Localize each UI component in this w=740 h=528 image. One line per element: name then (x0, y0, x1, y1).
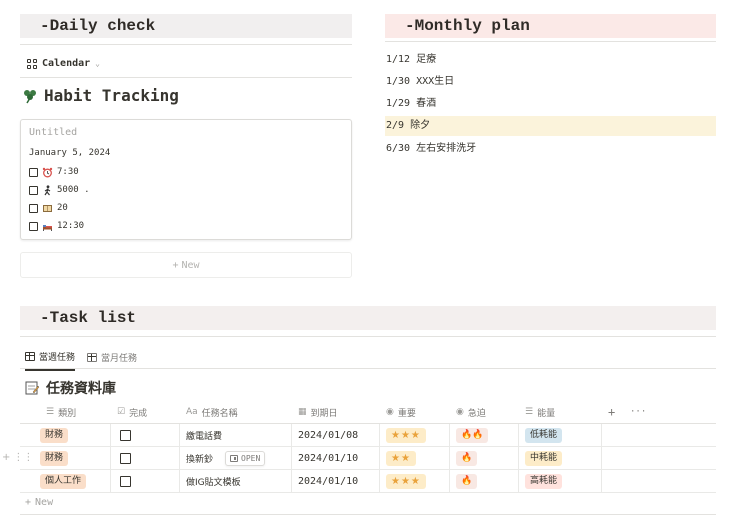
habit-item-wakeup: 7:30 (29, 166, 79, 178)
table-new-row-button[interactable]: + New (25, 497, 53, 508)
urgency-tag[interactable]: 🔥 (456, 450, 478, 466)
text-icon: Aa (186, 407, 198, 417)
urgency-tag[interactable]: 🔥🔥 (456, 427, 489, 443)
monthly-item[interactable]: 1/12 足療 (385, 50, 716, 70)
checkbox-icon: ☑ (117, 407, 126, 417)
column-header-task-name[interactable]: Aa 任務名稱 (180, 402, 292, 422)
task-name[interactable]: 做IG貼文模板 (186, 475, 241, 488)
calendar-new-button[interactable]: + New (20, 252, 352, 278)
select-icon: ◉ (456, 407, 464, 417)
category-tag[interactable]: 財務 (40, 427, 69, 443)
card-title: Untitled (29, 127, 78, 138)
open-button[interactable]: OPEN (225, 450, 266, 466)
importance-tag[interactable]: ★★ (386, 450, 416, 466)
grid-icon (27, 58, 37, 69)
habit-item-text: 5000 . (57, 185, 90, 195)
importance-tag[interactable]: ★★★ (386, 427, 426, 443)
habit-checkbox[interactable] (29, 203, 38, 213)
plus-icon: + (25, 497, 32, 508)
new-label: New (181, 259, 200, 271)
done-checkbox[interactable] (120, 475, 131, 487)
task-divider (20, 336, 716, 337)
daily-divider (20, 44, 352, 45)
select-icon: ◉ (386, 407, 394, 417)
table-row[interactable]: 個人工作 做IG貼文模板 2024/01/10 ★★★ 🔥 高耗能 (20, 470, 716, 493)
new-label: New (35, 497, 54, 508)
table-header: ☰ 類別 ☑ 完成 Aa 任務名稱 ▦ 到期日 ◉ 重要 ◉ 急迫 ☰ 能量 +… (40, 402, 648, 422)
energy-tag[interactable]: 中耗能 (525, 450, 563, 466)
importance-tag[interactable]: ★★★ (386, 473, 426, 489)
task-list-heading: -Task list (20, 306, 716, 330)
list-icon: ☰ (46, 407, 55, 417)
category-tag[interactable]: 個人工作 (40, 473, 87, 489)
column-header-urgency[interactable]: ◉ 急迫 (450, 402, 519, 422)
table-icon (87, 353, 98, 362)
list-icon: ☰ (525, 407, 534, 417)
habit-checkbox[interactable] (29, 185, 38, 195)
more-options-button[interactable]: ··· (624, 402, 648, 422)
table-icon (25, 352, 35, 361)
habit-checkbox[interactable] (29, 221, 38, 231)
column-header-due-date[interactable]: ▦ 到期日 (292, 402, 380, 422)
monthly-item[interactable]: 1/30 XXX生日 (385, 72, 716, 92)
tabs-divider (20, 368, 716, 369)
category-tag[interactable]: 財務 (40, 450, 69, 466)
monthly-divider (385, 41, 716, 42)
habit-item-text: 20 (57, 203, 68, 213)
add-column-button[interactable]: + (602, 402, 624, 422)
column-header-importance[interactable]: ◉ 重要 (380, 402, 450, 422)
card-date: January 5, 2024 (29, 148, 111, 158)
alarm-clock-icon (42, 167, 53, 177)
task-database-title: 任務資料庫 (24, 378, 116, 398)
energy-tag[interactable]: 高耗能 (525, 473, 563, 489)
habit-tracking-label: Habit Tracking (44, 86, 179, 105)
habit-item-steps: 5000 . (29, 184, 90, 196)
plus-icon: + (2, 452, 11, 463)
bed-icon (43, 224, 52, 231)
notepad-icon (25, 381, 40, 395)
table-row[interactable]: 財務 繳電話費 2024/01/08 ★★★ 🔥🔥 低耗能 (20, 424, 716, 447)
calendar-icon: ▦ (298, 407, 307, 417)
monthly-item-highlighted[interactable]: 2/9 除夕 (385, 116, 716, 136)
energy-tag[interactable]: 低耗能 (525, 427, 563, 443)
table-row[interactable]: 財務 換新鈔 OPEN 2024/01/10 ★★ 🔥 中耗能 (20, 447, 716, 470)
calendar-view-tab[interactable]: Calendar ⌄ (27, 58, 100, 69)
open-panel-icon (230, 454, 239, 462)
done-checkbox[interactable] (120, 429, 131, 441)
table-bottom-divider (20, 514, 716, 515)
column-header-done[interactable]: ☑ 完成 (111, 402, 180, 422)
task-database-label: 任務資料庫 (46, 381, 116, 397)
tab-label: 當月任務 (101, 354, 138, 364)
monthly-item[interactable]: 6/30 左右安排洗牙 (385, 139, 716, 159)
clover-icon (24, 89, 36, 103)
habit-tracking-title: Habit Tracking (22, 86, 179, 105)
walking-icon (44, 184, 51, 195)
due-date[interactable]: 2024/01/10 (298, 453, 358, 464)
monthly-item[interactable]: 1/29 春酒 (385, 94, 716, 114)
book-icon (43, 204, 52, 212)
calendar-divider (20, 77, 352, 78)
habit-item-text: 12:30 (57, 221, 85, 231)
habit-item-reading: 20 (29, 202, 68, 214)
urgency-tag[interactable]: 🔥 (456, 473, 478, 489)
tab-label: 當週任務 (39, 353, 76, 363)
habit-card[interactable]: Untitled January 5, 2024 7:30 5000 . 20 (20, 119, 352, 240)
due-date[interactable]: 2024/01/08 (298, 430, 358, 441)
plus-icon: + (172, 259, 179, 271)
habit-checkbox[interactable] (29, 167, 38, 177)
column-header-energy[interactable]: ☰ 能量 (519, 402, 602, 422)
column-header-category[interactable]: ☰ 類別 (40, 402, 111, 422)
habit-item-sleep: 12:30 (29, 220, 84, 232)
daily-check-heading: -Daily check (20, 14, 352, 38)
done-checkbox[interactable] (120, 452, 131, 464)
habit-item-text: 7:30 (57, 167, 79, 177)
task-name[interactable]: 繳電話費 (186, 429, 222, 442)
task-name[interactable]: 換新鈔 (186, 452, 213, 465)
due-date[interactable]: 2024/01/10 (298, 476, 358, 487)
monthly-plan-heading: -Monthly plan (385, 14, 716, 38)
calendar-view-label: Calendar (42, 58, 91, 69)
chevron-down-icon: ⌄ (95, 59, 100, 68)
